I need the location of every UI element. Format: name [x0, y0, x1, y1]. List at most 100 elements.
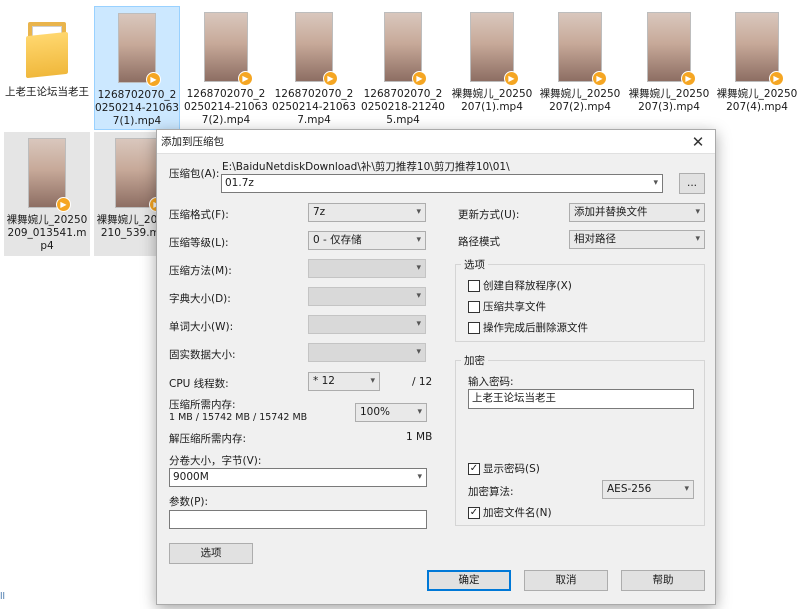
video-file-item[interactable]: ▶ 1268702070_20250214-210637(2).mp4 [183, 6, 269, 130]
play-icon: ▶ [592, 71, 607, 86]
format-select[interactable]: 7z ▾ [308, 203, 426, 222]
video-file-item[interactable]: ▶ 1268702070_20250214-210637(1).mp4 [94, 6, 180, 130]
dialog-titlebar: 添加到压缩包 ✕ [157, 130, 715, 154]
chevron-down-icon: ▾ [416, 235, 421, 245]
algo-label: 加密算法: [468, 486, 514, 498]
options-button[interactable]: 选项 [169, 543, 253, 564]
params-input[interactable] [169, 510, 427, 529]
chevron-down-icon: ▾ [416, 347, 421, 357]
browse-button[interactable]: ... [679, 173, 705, 194]
encryption-group-title: 加密 [461, 353, 488, 368]
video-thumbnail: ▶ [115, 138, 164, 212]
mem-detail: 1 MB / 15742 MB / 15742 MB [169, 412, 308, 423]
ok-button[interactable]: 确定 [427, 570, 511, 591]
file-name: 裸舞婉儿_20250207(3).mp4 [628, 88, 710, 113]
folder-item[interactable]: 上老王论坛当老王 [4, 6, 90, 130]
options-group-title: 选项 [461, 257, 488, 272]
word-label: 单词大小(W): [169, 321, 234, 333]
word-select: ▾ [308, 315, 426, 334]
video-file-item[interactable]: ▶ 裸舞婉儿_20250207(4).mp4 [714, 6, 800, 130]
format-value: 7z [313, 206, 326, 218]
dialog-title: 添加到压缩包 [161, 136, 224, 148]
method-select: ▾ [308, 259, 426, 278]
play-icon: ▶ [56, 197, 71, 212]
delete-option[interactable]: 操作完成后删除源文件 [468, 320, 588, 335]
chevron-down-icon: ▾ [653, 178, 658, 188]
video-thumbnail: ▶ [470, 12, 519, 86]
chevron-down-icon: ▾ [695, 207, 700, 217]
chevron-down-icon: ▾ [416, 319, 421, 329]
delete-label: 操作完成后删除源文件 [483, 322, 588, 334]
video-thumbnail: ▶ [118, 13, 161, 87]
video-file-item[interactable]: ▶ 裸舞婉儿_20250209_013541.mp4 [4, 132, 90, 256]
delete-checkbox[interactable] [468, 321, 480, 334]
file-name: 1268702070_20250218-212405.mp4 [361, 88, 445, 126]
video-thumbnail: ▶ [384, 12, 427, 86]
path-value: 相对路径 [574, 233, 616, 245]
sfx-option[interactable]: 创建自释放程序(X) [468, 278, 572, 293]
encrypt-names-checkbox[interactable]: ✓ [468, 506, 480, 519]
show-password-option[interactable]: ✓ 显示密码(S) [468, 461, 540, 476]
add-to-archive-dialog: 添加到压缩包 ✕ 压缩包(A): E:\BaiduNetdiskDownload… [156, 129, 716, 605]
update-mode-select[interactable]: 添加并替换文件 ▾ [569, 203, 705, 222]
play-icon: ▶ [323, 71, 338, 86]
mem-usage-select[interactable]: 100% ▾ [355, 403, 427, 422]
video-thumbnail: ▶ [735, 12, 784, 86]
chevron-down-icon: ▾ [417, 407, 422, 417]
chevron-down-icon: ▾ [370, 376, 375, 386]
help-button[interactable]: 帮助 [621, 570, 705, 591]
file-name: 1268702070_20250214-210637(1).mp4 [95, 89, 179, 127]
video-file-item[interactable]: ▶ 1268702070_20250214-210637.mp4 [271, 6, 357, 130]
volume-label: 分卷大小，字节(V): [169, 455, 262, 467]
chevron-down-icon: ▾ [695, 234, 700, 244]
chevron-down-icon: ▾ [416, 291, 421, 301]
sfx-checkbox[interactable] [468, 279, 480, 292]
archive-name-combo[interactable]: 01.7z ▾ [221, 174, 663, 193]
play-icon: ▶ [769, 71, 784, 86]
update-label: 更新方式(U): [458, 209, 520, 221]
cpu-value: * 12 [313, 375, 335, 387]
path-mode-select[interactable]: 相对路径 ▾ [569, 230, 705, 249]
password-input[interactable]: 上老王论坛当老王 [468, 389, 694, 409]
cpu-threads-select[interactable]: * 12 ▾ [308, 372, 380, 391]
decomp-label: 解压缩所需内存: [169, 433, 247, 445]
cancel-button[interactable]: 取消 [524, 570, 608, 591]
path-label: 路径模式 [458, 236, 500, 248]
update-value: 添加并替换文件 [574, 206, 648, 218]
chevron-down-icon: ▾ [417, 472, 422, 482]
archive-name-value: 01.7z [225, 177, 254, 189]
sfx-label: 创建自释放程序(X) [483, 280, 572, 292]
dict-select: ▾ [308, 287, 426, 306]
shared-label: 压缩共享文件 [483, 301, 546, 313]
show-password-label: 显示密码(S) [483, 463, 540, 475]
video-file-item[interactable]: ▶ 1268702070_20250218-212405.mp4 [360, 6, 446, 130]
shared-option[interactable]: 压缩共享文件 [468, 299, 546, 314]
params-label: 参数(P): [169, 496, 209, 508]
chevron-down-icon: ▾ [416, 263, 421, 273]
folder-icon [24, 20, 70, 80]
cpu-max: / 12 [412, 376, 433, 388]
show-password-checkbox[interactable]: ✓ [468, 462, 480, 475]
chevron-down-icon: ▾ [684, 484, 689, 494]
shared-checkbox[interactable] [468, 300, 480, 313]
video-thumbnail: ▶ [647, 12, 696, 86]
edge-text: ll [0, 592, 6, 602]
method-label: 压缩方法(M): [169, 265, 232, 277]
encrypt-names-option[interactable]: ✓ 加密文件名(N) [468, 505, 552, 520]
level-select[interactable]: 0 - 仅存储 ▾ [308, 231, 426, 250]
video-thumbnail: ▶ [28, 138, 71, 212]
algo-value: AES-256 [607, 483, 652, 495]
video-file-item[interactable]: ▶ 裸舞婉儿_20250207(3).mp4 [626, 6, 712, 130]
file-name: 裸舞婉儿_20250209_013541.mp4 [6, 214, 88, 252]
play-icon: ▶ [146, 72, 161, 87]
close-icon[interactable]: ✕ [681, 130, 715, 154]
file-name: 1268702070_20250214-210637(2).mp4 [184, 88, 268, 126]
play-icon: ▶ [412, 71, 427, 86]
file-name: 裸舞婉儿_20250207(4).mp4 [716, 88, 798, 113]
volume-size-combo[interactable]: 9000M ▾ [169, 468, 427, 487]
video-file-item[interactable]: ▶ 裸舞婉儿_20250207(2).mp4 [537, 6, 623, 130]
solid-select: ▾ [308, 343, 426, 362]
play-icon: ▶ [238, 71, 253, 86]
video-file-item[interactable]: ▶ 裸舞婉儿_20250207(1).mp4 [449, 6, 535, 130]
algorithm-select[interactable]: AES-256 ▾ [602, 480, 694, 499]
